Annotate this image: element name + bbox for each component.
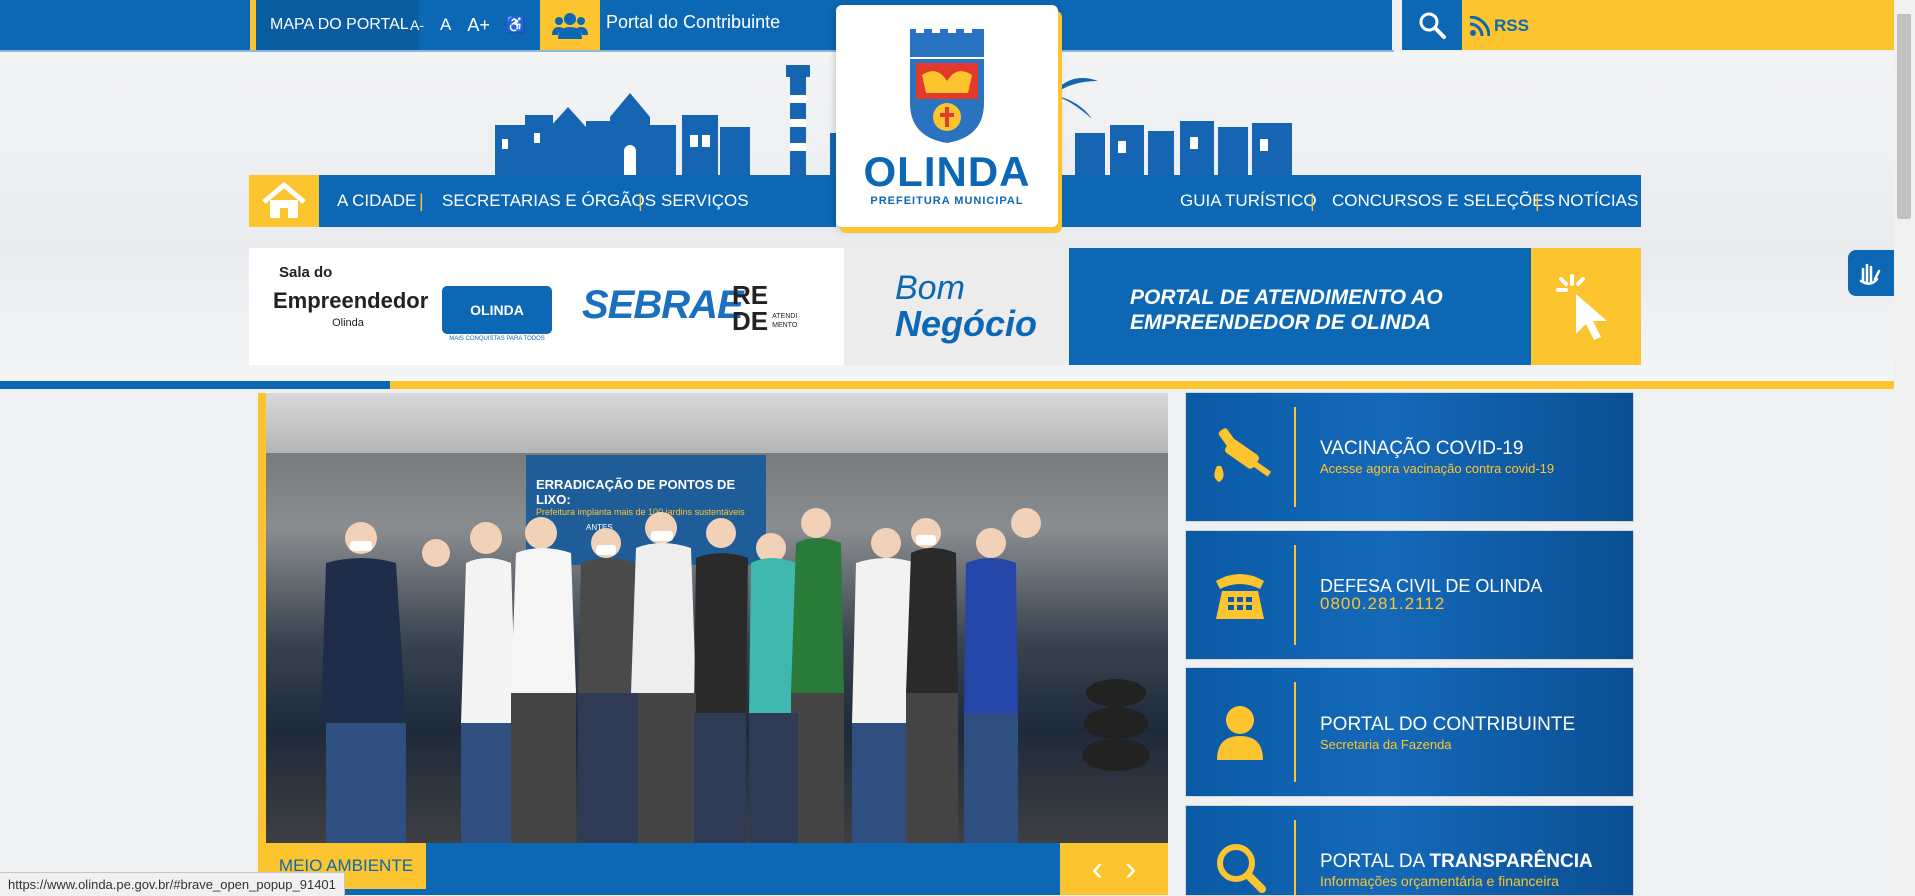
olinda-badge-label: OLINDA bbox=[470, 302, 524, 318]
card-contribuinte-title: PORTAL DO CONTRIBUINTE bbox=[1320, 714, 1576, 735]
sala-line3: Olinda bbox=[332, 317, 364, 329]
portal-contribuinte-label: Portal do Contribuinte bbox=[606, 11, 781, 32]
portal-map-label: MAPA DO PORTAL bbox=[270, 16, 409, 33]
olinda-badge-logo: OLINDA bbox=[442, 286, 552, 334]
user-icon bbox=[1217, 706, 1263, 760]
portal-atendimento-cta[interactable] bbox=[1531, 248, 1641, 365]
card-contribuinte-subtitle: Secretaria da Fazenda bbox=[1320, 737, 1452, 752]
olinda-badge-slogan: MAIS CONQUISTAS PARA TODOS bbox=[449, 336, 545, 342]
logo-subtitle: PREFEITURA MUNICIPAL bbox=[870, 195, 1024, 207]
home-button[interactable] bbox=[249, 175, 319, 227]
nav-noticias[interactable]: NOTÍCIAS bbox=[1558, 175, 1638, 227]
sala-empreendedor-logo: Sala do Empreendedor Olinda bbox=[273, 262, 429, 334]
font-normal-button[interactable]: A bbox=[440, 15, 451, 35]
section-stripe-blue bbox=[0, 381, 390, 389]
section-stripe-yellow bbox=[390, 381, 1894, 389]
card-vacinacao-icon-box bbox=[1186, 393, 1294, 521]
slider-photo[interactable]: ERRADICAÇÃO DE PONTOS DE LIXO: Prefeitur… bbox=[266, 393, 1168, 843]
cursor-click-icon bbox=[1556, 273, 1607, 340]
scrollbar-thumb[interactable] bbox=[1897, 14, 1911, 219]
nav-a-cidade[interactable]: A CIDADE bbox=[337, 175, 416, 227]
font-decrease-button[interactable]: A- bbox=[410, 17, 424, 33]
portal-atendimento-text: PORTAL DE ATENDIMENTO AO EMPREENDEDOR DE… bbox=[1130, 285, 1443, 335]
nav-separator: | bbox=[1535, 190, 1540, 211]
rss-link[interactable]: RSS bbox=[1470, 10, 1529, 42]
contribuinte-icon-button[interactable] bbox=[540, 0, 600, 50]
bom-negocio-logo: Bom Negócio bbox=[895, 270, 1037, 343]
nav-servicos[interactable]: SERVIÇOS bbox=[661, 175, 749, 227]
home-icon bbox=[262, 182, 306, 218]
portal-contribuinte-link[interactable]: Portal do Contribuinte bbox=[606, 0, 780, 44]
magnifier-icon bbox=[1217, 844, 1266, 893]
rede-line1: RE bbox=[732, 280, 769, 310]
card-contribuinte-icon-box bbox=[1186, 668, 1294, 796]
nav-separator: | bbox=[419, 190, 424, 211]
sala-line1: Sala do bbox=[279, 264, 333, 281]
nav-concursos[interactable]: CONCURSOS E SELEÇÕES bbox=[1332, 175, 1555, 227]
rede-atendimento-logo: RE DE ATENDI MENTO bbox=[710, 282, 800, 334]
card-vacinacao-title: VACINAÇÃO COVID-19 bbox=[1320, 438, 1524, 459]
card-divider bbox=[1294, 407, 1296, 507]
rede-line2: DE bbox=[732, 306, 769, 336]
bom-line1: Bom bbox=[895, 269, 965, 307]
card-vacinacao-subtitle: Acesse agora vacinação contra covid-19 bbox=[1320, 461, 1555, 476]
phone-icon bbox=[1216, 574, 1264, 619]
card-divider bbox=[1294, 545, 1296, 645]
slider-prev-button[interactable]: ‹ bbox=[1092, 850, 1103, 889]
card-divider bbox=[1294, 682, 1296, 782]
coat-of-arms-icon bbox=[910, 25, 984, 143]
font-size-controls: A- A A+ ♿ bbox=[410, 0, 526, 50]
search-icon bbox=[1419, 12, 1446, 39]
accessibility-icon[interactable]: ♿ bbox=[506, 15, 526, 35]
card-defesa-civil-phone: 0800.281.2112 bbox=[1320, 594, 1446, 613]
topbar-divider bbox=[0, 50, 1394, 52]
nav-secretarias[interactable]: SECRETARIAS E ÓRGÃOS bbox=[442, 175, 656, 227]
sign-language-icon bbox=[1859, 263, 1881, 285]
card-divider bbox=[1294, 820, 1296, 895]
rede-small: ATENDI MENTO bbox=[772, 313, 798, 329]
portal-atendimento-line2: EMPREENDEDOR DE OLINDA bbox=[1130, 311, 1432, 334]
card-transparencia-icon-box bbox=[1186, 806, 1294, 895]
rss-icon bbox=[1470, 16, 1490, 36]
bom-line2: Negócio bbox=[895, 303, 1038, 344]
card-transparencia-title: PORTAL DA TRANSPARÊNCIA bbox=[1320, 851, 1593, 873]
search-button[interactable] bbox=[1402, 0, 1462, 50]
slider-navigation: ‹ › bbox=[1060, 843, 1168, 895]
status-bar-url: https://www.olinda.pe.gov.br/#brave_open… bbox=[0, 872, 345, 896]
card-transparencia-subtitle: Informações orçamentária e financeira bbox=[1320, 873, 1559, 889]
nav-guia-turistico[interactable]: GUIA TURÍSTICO bbox=[1180, 175, 1317, 227]
font-increase-button[interactable]: A+ bbox=[467, 15, 490, 36]
sign-language-widget[interactable] bbox=[1848, 250, 1894, 296]
card-transparencia-title-b: TRANSPARÊNCIA bbox=[1429, 851, 1593, 872]
sala-line2: Empreendedor bbox=[273, 288, 429, 313]
card-transparencia-title-a: PORTAL DA bbox=[1320, 851, 1430, 872]
rss-label: RSS bbox=[1494, 16, 1529, 35]
nav-separator: | bbox=[1310, 190, 1315, 211]
logo-name: OLINDA bbox=[863, 148, 1031, 195]
nav-separator: | bbox=[638, 190, 643, 211]
slider-next-button[interactable]: › bbox=[1125, 850, 1136, 889]
syringe-icon bbox=[1214, 428, 1272, 482]
portal-atendimento-line1: PORTAL DE ATENDIMENTO AO bbox=[1130, 286, 1443, 309]
users-icon bbox=[552, 13, 588, 39]
group-photo-illustration bbox=[321, 508, 1150, 843]
portal-map-link[interactable]: MAPA DO PORTAL bbox=[250, 0, 419, 50]
card-defesa-civil-icon-box bbox=[1186, 531, 1294, 659]
